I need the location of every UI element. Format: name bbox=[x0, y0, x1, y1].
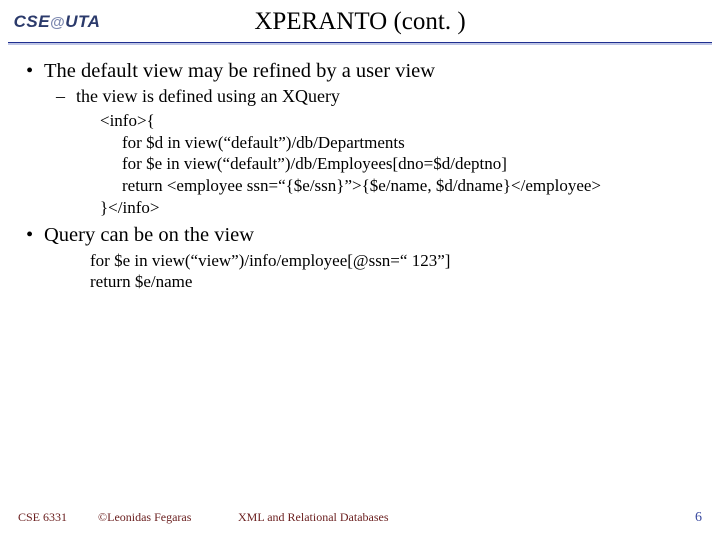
code2-line1: for $e in view(“view”)/info/employee[@ss… bbox=[90, 250, 702, 272]
bullet-dot-icon: • bbox=[26, 59, 44, 84]
code1-line4: return <employee ssn=“{$e/ssn}”>{$e/name… bbox=[122, 175, 702, 197]
bullet-2: • Query can be on the view bbox=[26, 223, 702, 248]
footer-topic: XML and Relational Databases bbox=[238, 510, 389, 525]
footer-copyright: ©Leonidas Fegaras bbox=[98, 510, 238, 525]
code2-line2: return $e/name bbox=[90, 271, 702, 293]
code-block-2: for $e in view(“view”)/info/employee[@ss… bbox=[90, 250, 702, 294]
slide-header: CSE@UTA XPERANTO (cont. ) bbox=[0, 0, 720, 36]
code1-line1: <info>{ bbox=[100, 110, 702, 132]
bullet-1-sub-text: the view is defined using an XQuery bbox=[76, 86, 340, 108]
cse-uta-logo: CSE@UTA bbox=[12, 8, 102, 36]
bullet-dot-icon: • bbox=[26, 223, 44, 248]
footer-page-number: 6 bbox=[695, 510, 702, 526]
slide-footer: CSE 6331 ©Leonidas Fegaras XML and Relat… bbox=[0, 510, 720, 526]
slide-title: XPERANTO (cont. ) bbox=[102, 8, 708, 36]
code1-line3: for $e in view(“default”)/db/Employees[d… bbox=[122, 153, 702, 175]
footer-course: CSE 6331 bbox=[18, 510, 98, 525]
logo-at-icon: @ bbox=[50, 14, 65, 31]
code-block-1: <info>{ for $d in view(“default”)/db/Dep… bbox=[100, 110, 702, 219]
dash-icon: – bbox=[56, 86, 76, 108]
code1-line5: }</info> bbox=[100, 197, 702, 219]
bullet-1-sub: – the view is defined using an XQuery bbox=[56, 86, 702, 108]
slide-body: • The default view may be refined by a u… bbox=[0, 45, 720, 293]
bullet-1-text: The default view may be refined by a use… bbox=[44, 59, 435, 84]
bullet-1: • The default view may be refined by a u… bbox=[26, 59, 702, 84]
code1-line2: for $d in view(“default”)/db/Departments bbox=[122, 132, 702, 154]
bullet-2-text: Query can be on the view bbox=[44, 223, 254, 248]
title-rule-wrap bbox=[0, 36, 720, 45]
logo-text-left: CSE bbox=[14, 12, 50, 32]
logo-text-right: UTA bbox=[65, 12, 100, 32]
